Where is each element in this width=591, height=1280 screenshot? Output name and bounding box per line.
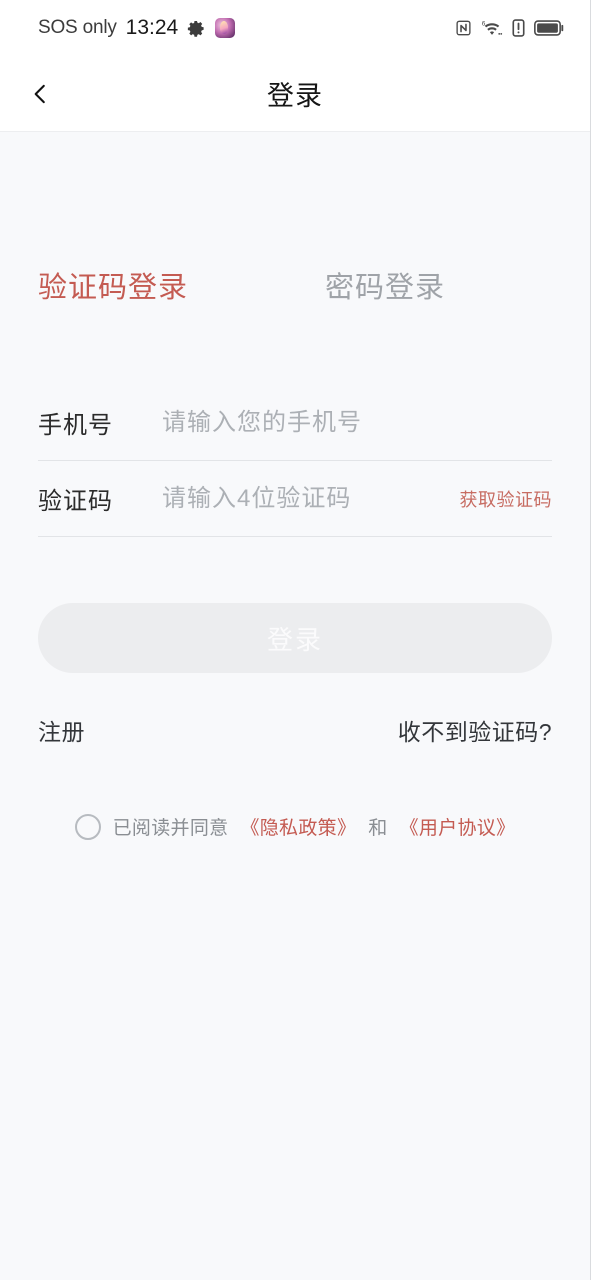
phone-label: 手机号	[38, 412, 113, 439]
alert-icon	[512, 19, 525, 37]
svg-text:6: 6	[482, 21, 486, 28]
app-badge-icon	[215, 18, 236, 38]
register-link[interactable]: 注册	[38, 713, 85, 747]
wifi-6-icon: 6	[481, 19, 503, 37]
no-code-help-link[interactable]: 收不到验证码?	[398, 713, 552, 747]
page-title: 登录	[267, 81, 323, 111]
code-label: 验证码	[38, 488, 113, 515]
tab-password-login[interactable]: 密码登录	[325, 264, 445, 306]
code-input[interactable]	[162, 484, 448, 513]
code-field-row: 验证码 获取验证码	[38, 461, 552, 537]
chevron-left-icon	[27, 81, 53, 107]
phone-field-row: 手机号	[38, 385, 552, 461]
gear-icon	[187, 19, 206, 38]
phone-input[interactable]	[162, 408, 552, 437]
app-header: 登录	[0, 56, 590, 132]
agreement-checkbox[interactable]	[74, 813, 101, 840]
privacy-policy-link[interactable]: 《隐私政策》	[240, 813, 356, 840]
tab-sms-login[interactable]: 验证码登录	[38, 264, 188, 306]
login-form: 手机号 验证码 获取验证码 登录 注册 收不到验证码? 已阅读并同意 《隐私政策…	[38, 385, 552, 840]
status-bar-right: 6	[455, 19, 564, 37]
nfc-icon	[455, 19, 472, 37]
status-bar-left: SOS only 13:24	[38, 16, 236, 40]
agreement-prefix-text: 已阅读并同意	[112, 818, 229, 839]
user-terms-link[interactable]: 《用户协议》	[400, 813, 516, 840]
clock-label: 13:24	[125, 16, 179, 39]
login-submit-button[interactable]: 登录	[38, 603, 552, 673]
send-code-button[interactable]: 获取验证码	[448, 486, 553, 512]
carrier-label: SOS only	[38, 17, 117, 38]
agreement-conjunction-text: 和	[368, 818, 388, 839]
auxiliary-links: 注册 收不到验证码?	[38, 713, 552, 747]
login-mode-tabs: 验证码登录 密码登录	[38, 132, 552, 306]
battery-icon	[534, 19, 564, 37]
back-button[interactable]	[14, 68, 66, 120]
status-bar: SOS only 13:24 6	[0, 0, 590, 56]
agreement-row: 已阅读并同意 《隐私政策》 和 《用户协议》	[38, 813, 552, 840]
login-page-body: 验证码登录 密码登录 手机号 验证码 获取验证码 登录 注册 收不到验证码? 已…	[0, 132, 590, 1280]
